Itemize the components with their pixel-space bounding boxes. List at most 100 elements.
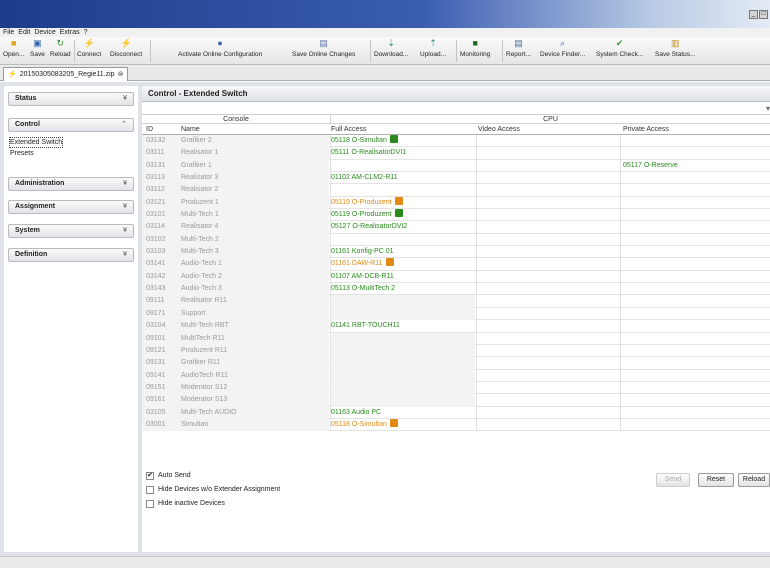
col-name[interactable]: Name [181,124,200,135]
private-access-cell[interactable] [623,283,769,295]
full-access-cell[interactable]: 01161 DAW-R11 [331,258,475,270]
full-access-cell[interactable] [331,308,475,320]
nav-item-presets[interactable]: Presets [10,149,34,158]
full-access-cell[interactable] [331,184,475,196]
full-access-cell[interactable]: 01102 AM-CLM2-R11 [331,172,475,184]
private-access-cell[interactable] [623,246,769,258]
full-access-cell[interactable] [331,357,475,369]
private-access-cell[interactable] [623,135,769,147]
save-status-button[interactable]: ▥ Save Status... [655,38,695,58]
full-access-cell[interactable]: 01163 Audio PC [331,407,475,419]
full-access-cell[interactable]: 01161 Konfig-PC 01 [331,246,475,258]
table-row[interactable]: 03121 Produzent 1 05119 O-Produzent [142,196,770,210]
menu-device[interactable]: Device [34,28,55,37]
send-button[interactable]: Send [656,473,690,487]
download-button[interactable]: ⇣ Download... [374,38,408,58]
disconnect-button[interactable]: ⚡ Disconnect [110,38,142,58]
save-button[interactable]: ▣ Save [30,38,45,58]
nav-system[interactable]: System ¥ [8,224,134,238]
private-access-cell[interactable] [623,407,769,419]
col-private-access[interactable]: Private Access [623,124,669,135]
reset-button[interactable]: Reset [698,473,734,487]
full-access-cell[interactable]: 01107 AM-DCB-R11 [331,271,475,283]
system-check-button[interactable]: ✔ System Check... [596,38,643,58]
table-row[interactable]: 03001 Simultan 05118 O-Simultan [142,418,770,432]
private-access-cell[interactable] [623,308,769,320]
private-access-cell[interactable] [623,320,769,332]
filter-bar[interactable]: ▾ [142,103,770,115]
table-row[interactable]: 03143 Audio-Tech 3 05113 O-MultiTech 2 [142,283,770,296]
menu-help[interactable]: ? [84,28,88,37]
table-row[interactable]: 09151 Moderator S12 [142,381,770,395]
full-access-cell[interactable]: 05119 O-Produzent [331,209,475,221]
private-access-cell[interactable] [623,295,769,307]
table-row[interactable]: 03131 Grafiker 1 05117 O-Reserve [142,159,770,173]
private-access-cell[interactable] [623,419,769,431]
col-full-access[interactable]: Full Access [331,124,366,135]
close-tab-icon[interactable]: ⊗ [118,68,124,81]
private-access-cell[interactable] [623,147,769,159]
nav-assignment[interactable]: Assignment ¥ [8,200,134,214]
private-access-cell[interactable] [623,357,769,369]
table-row[interactable]: 03101 Multi-Tech 1 05119 O-Produzent [142,209,770,222]
table-row[interactable]: 09101 MultiTech R11 [142,332,770,345]
nav-control[interactable]: Control ⌃ [8,118,134,132]
full-access-cell[interactable]: 05118 O-Simultan [331,418,475,431]
menu-extras[interactable]: Extras [60,28,80,37]
file-tab[interactable]: ⚡ 20150305083205_Regie11.zip ⊗ [3,67,129,81]
col-id[interactable]: ID [146,124,153,135]
table-row[interactable]: 03103 Multi-Tech 3 01161 Konfig-PC 01 [142,246,770,259]
nav-administration[interactable]: Administration ¥ [8,177,134,191]
full-access-cell[interactable] [331,382,475,394]
private-access-cell[interactable] [623,184,769,196]
full-access-cell[interactable] [331,234,475,246]
hide-no-extender-checkbox[interactable]: Hide Devices w/o Extender Assignment [146,485,280,495]
private-access-cell[interactable] [623,221,769,233]
table-row[interactable]: 03141 Audio-Tech 1 01161 DAW-R11 [142,258,770,271]
table-row[interactable]: 03132 Grafiker 2 05118 O-Simultan [142,135,770,148]
full-access-cell[interactable] [331,333,475,345]
private-access-cell[interactable] [623,197,769,209]
table-row[interactable]: 03104 Multi-Tech RBT 01141 RBT-TOUCH11 [142,320,770,333]
monitoring-button[interactable]: ■ Monitoring [460,38,490,58]
table-row[interactable]: 09111 Realisator R11 [142,295,770,308]
menu-edit[interactable]: Edit [18,28,30,37]
nav-definition[interactable]: Definition ¥ [8,248,134,262]
full-access-cell[interactable] [331,345,475,357]
nav-status[interactable]: Status ¥ [8,92,134,106]
full-access-cell[interactable]: 05127 O-RealisatorDVI2 [331,221,475,233]
reload-table-button[interactable]: Reload [738,473,770,487]
private-access-cell[interactable] [623,209,769,221]
private-access-cell[interactable] [623,234,769,246]
table-row[interactable]: 03113 Realisator 3 01102 AM-CLM2-R11 [142,172,770,185]
hide-inactive-checkbox[interactable]: Hide inactive Devices [146,499,225,509]
private-access-cell[interactable] [623,271,769,283]
private-access-cell[interactable] [623,394,769,406]
table-row[interactable]: 03114 Realisator 4 05127 O-RealisatorDVI2 [142,221,770,234]
nav-item-extended-switch[interactable]: Extended Switch [8,137,64,148]
filter-icon[interactable]: ▾ [766,104,770,113]
table-row[interactable]: 09121 Produzent R11 [142,344,770,358]
connect-button[interactable]: ⚡ Connect [77,38,101,58]
full-access-cell[interactable] [331,370,475,382]
private-access-cell[interactable] [623,172,769,184]
table-row[interactable]: 03112 Realisator 2 [142,184,770,197]
save-online-button[interactable]: ▤ Save Online Changes [292,38,355,58]
private-access-cell[interactable] [623,345,769,357]
full-access-cell[interactable]: 05111 O-RealisatorDVI1 [331,147,475,159]
full-access-cell[interactable]: 05113 O-MultiTech 2 [331,283,475,295]
upload-button[interactable]: ⇡ Upload... [420,38,446,58]
full-access-cell[interactable]: 01141 RBT-TOUCH11 [331,320,475,332]
table-row[interactable]: 03102 Multi-Tech 2 [142,233,770,247]
col-video-access[interactable]: Video Access [478,124,520,135]
private-access-cell[interactable] [623,382,769,394]
activate-config-button[interactable]: ● Activate Online Configuration [178,38,262,58]
table-row[interactable]: 09171 Support [142,307,770,321]
private-access-cell[interactable] [623,333,769,345]
full-access-cell[interactable] [331,160,475,172]
full-access-cell[interactable]: 05119 O-Produzent [331,196,475,209]
table-row[interactable]: 09161 Moderator S13 [142,394,770,407]
auto-send-checkbox[interactable]: ✔ Auto Send [146,471,191,481]
menu-file[interactable]: File [3,28,14,37]
full-access-cell[interactable] [331,394,475,406]
